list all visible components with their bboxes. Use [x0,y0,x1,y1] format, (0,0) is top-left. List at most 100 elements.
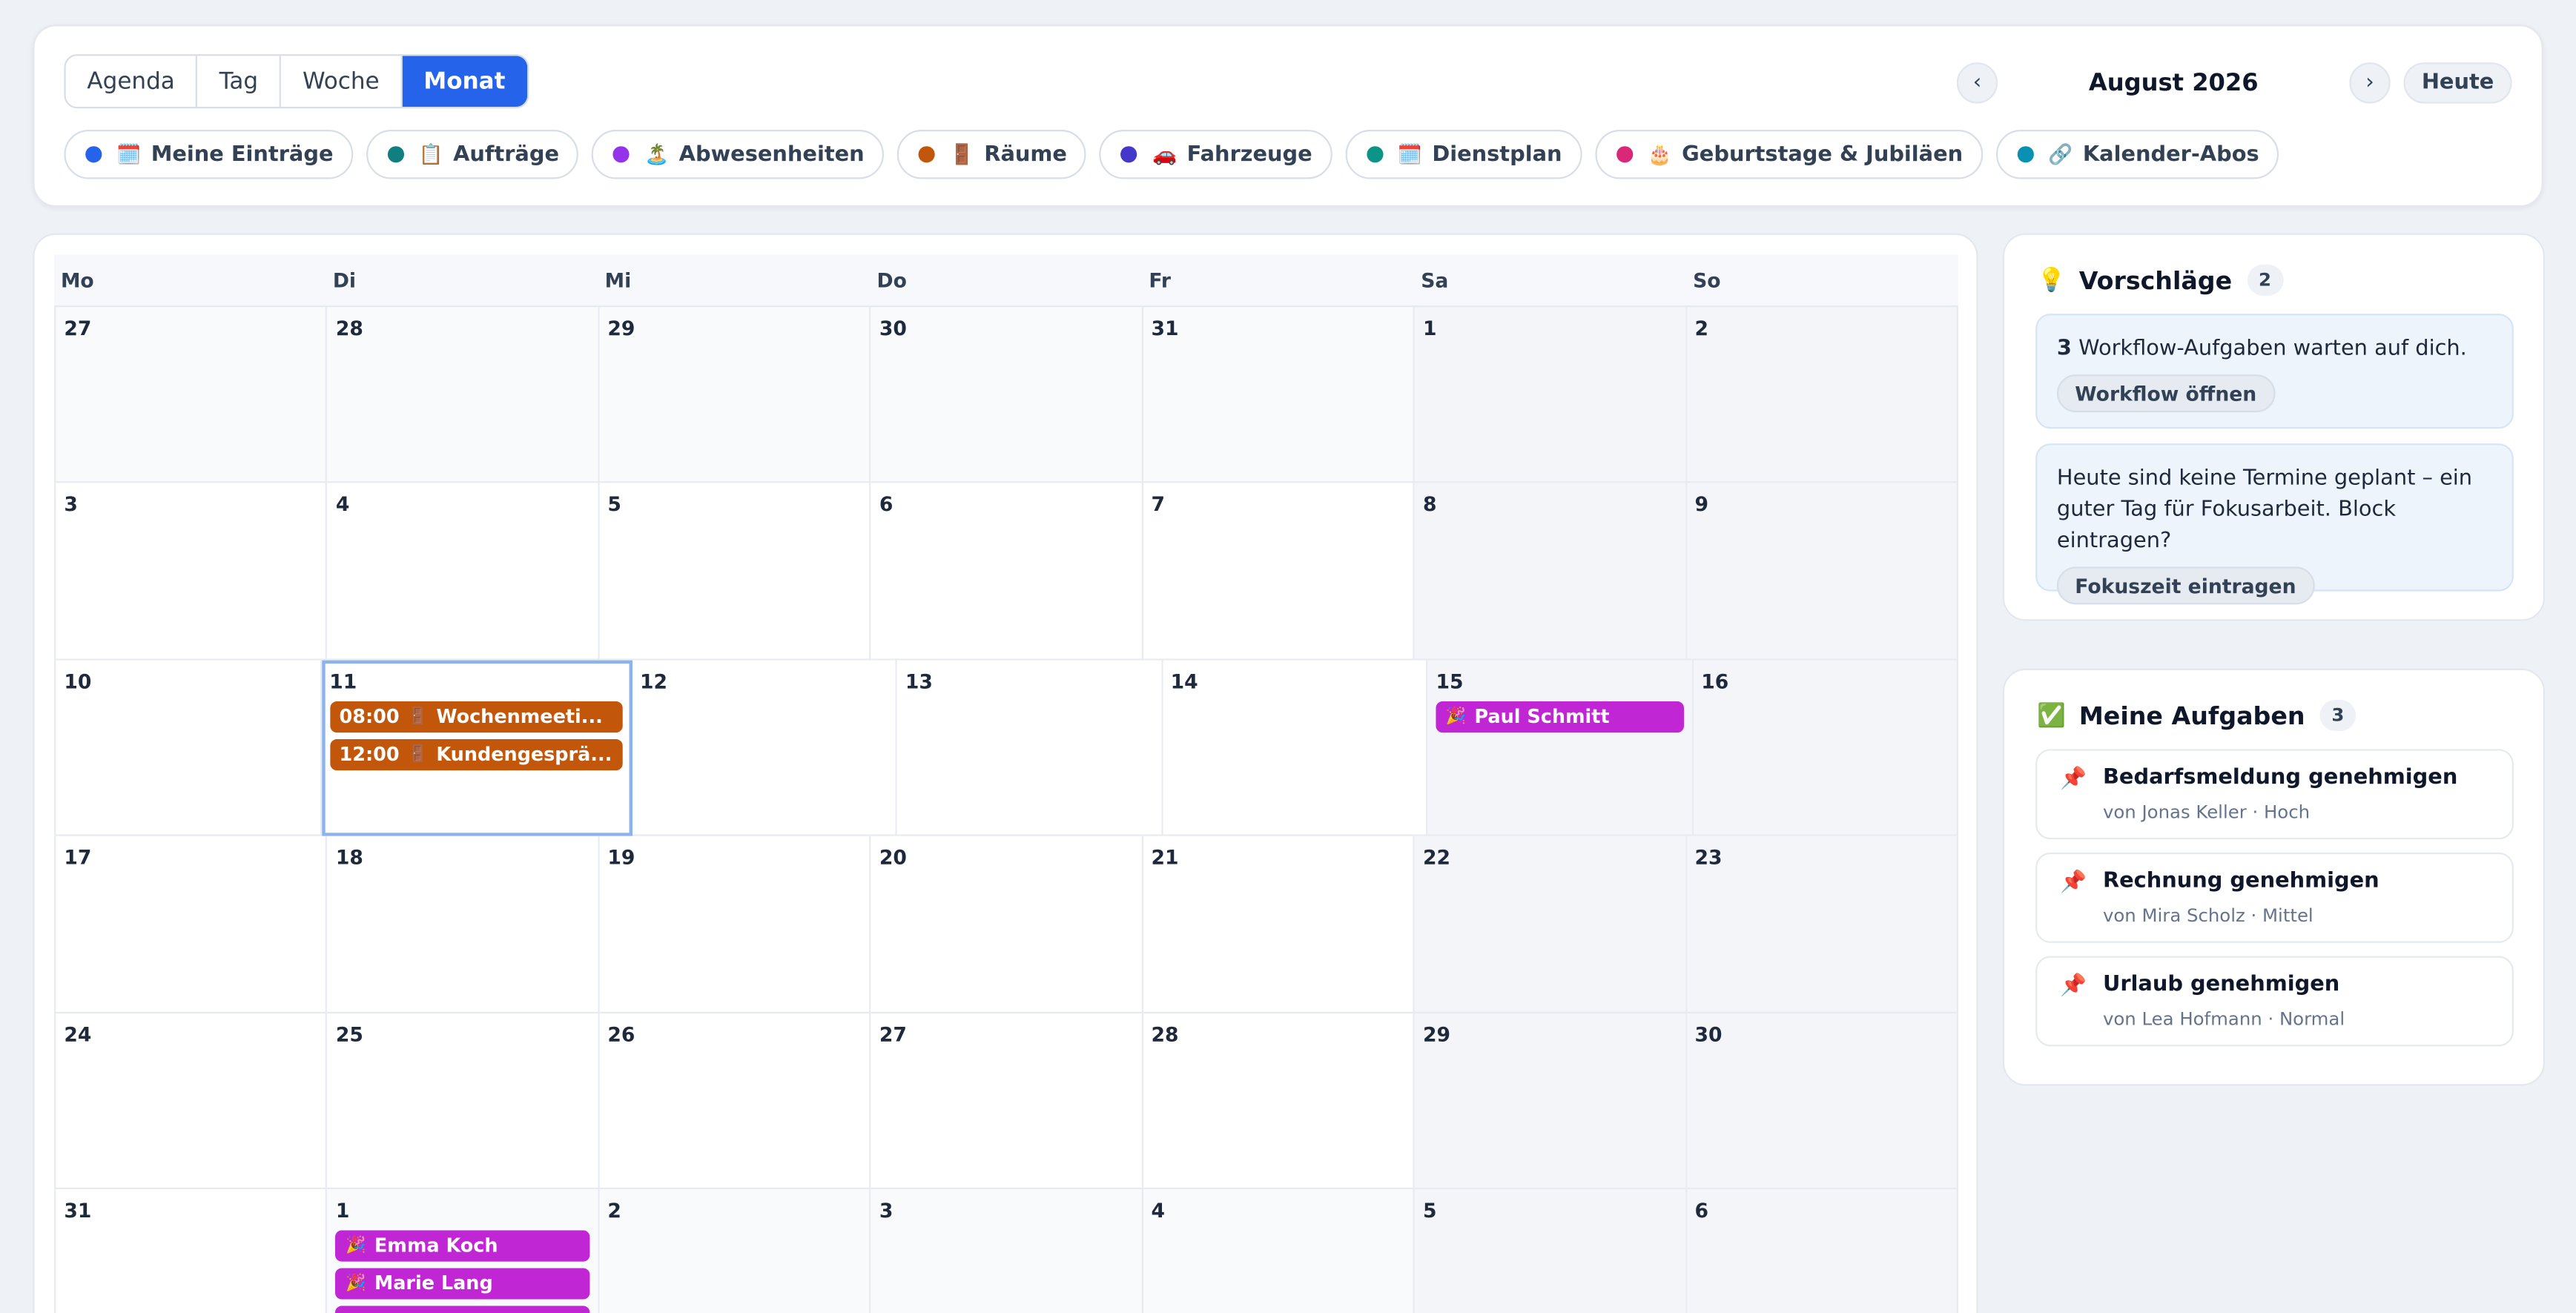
filter-fahrzeuge[interactable]: 🚗 Fahrzeuge [1100,130,1332,179]
day-cell[interactable]: 8 [1414,483,1687,661]
day-number: 25 [335,1022,363,1046]
day-cell[interactable]: 31 [1143,307,1415,484]
day-number: 11 [329,669,357,693]
event-title: Marie Lang [374,1271,493,1295]
day-number: 3 [879,1199,894,1223]
filter-label: Meine Einträge [151,142,334,167]
day-cell[interactable]: 15 🎉 Paul Schmitt [1427,660,1694,837]
day-number: 3 [64,493,78,517]
today-button[interactable]: Heute [2403,62,2512,104]
filter-abwesenheiten[interactable]: 🏝️ Abwesenheiten [592,130,885,179]
day-cell[interactable]: 22 [1414,836,1687,1013]
task-item[interactable]: 📌 Urlaub genehmigen von Lea Hofmann · No… [2035,956,2514,1047]
day-cell[interactable]: 1 [1414,307,1687,484]
filter-auftraege[interactable]: 📋 Aufträge [366,130,579,179]
day-cell[interactable]: 30 [1686,1013,1958,1189]
day-number: 6 [879,493,894,517]
day-cell[interactable]: 13 [896,660,1163,837]
day-cell[interactable]: 1 🎉 Emma Koch 🎉 Marie Lang [327,1188,600,1313]
event-kundengespraech[interactable]: 12:00 🚪 Kundengesprä... [329,738,622,770]
day-cell[interactable]: 24 [54,1013,328,1189]
filter-geburtstage[interactable]: 🎂 Geburtstage & Jubiläen [1594,130,1983,179]
day-cell[interactable]: 20 [871,836,1143,1013]
tab-tag[interactable]: Tag [198,56,282,108]
day-number: 1 [335,1199,350,1223]
task-subtitle: von Lea Hofmann · Normal [2102,1008,2345,1031]
day-number: 5 [607,493,621,517]
door-icon: 🚪 [407,745,429,764]
event-birthday-paul-schmitt[interactable]: 🎉 Paul Schmitt [1436,701,1683,732]
day-cell[interactable]: 27 [871,1013,1143,1189]
day-cell[interactable]: 2 [599,1188,871,1313]
add-focus-time-button[interactable]: Fokuszeit eintragen [2056,566,2314,605]
day-number: 31 [64,1199,92,1223]
open-workflow-button[interactable]: Workflow öffnen [2056,374,2275,413]
tab-woche[interactable]: Woche [281,56,403,108]
prev-month-button[interactable]: ‹ [1956,62,1998,104]
day-cell[interactable]: 3 [54,483,328,661]
day-cell[interactable]: 4 [1143,1188,1415,1313]
day-cell[interactable]: 28 [327,307,600,484]
suggestion-workflow: 3 Workflow-Aufgaben warten auf dich. Wor… [2035,314,2514,429]
day-cell[interactable]: 16 [1693,660,1959,837]
day-cell[interactable]: 5 [1414,1188,1687,1313]
day-cell[interactable]: 18 [327,836,600,1013]
suggestions-title: 💡 Vorschläge 2 [2037,264,2283,296]
day-cell[interactable]: 17 [54,836,328,1013]
event-birthday-emma-koch[interactable]: 🎉 Emma Koch [335,1230,590,1262]
link-icon: 🔗 [2048,142,2073,166]
task-item[interactable]: 📌 Rechnung genehmigen von Mira Scholz · … [2035,852,2514,943]
day-cell[interactable]: 26 [599,1013,871,1189]
day-cell[interactable]: 27 [54,307,328,484]
day-cell[interactable]: 4 [327,483,600,661]
day-cell[interactable]: 10 [54,660,322,837]
month-navigation: ‹ August 2026 › Heute [1956,62,2512,104]
tab-agenda[interactable]: Agenda [66,56,198,108]
day-cell[interactable]: 21 [1143,836,1415,1013]
day-cell[interactable]: 23 [1686,836,1958,1013]
view-switcher: Agenda Tag Woche Monat [64,54,529,109]
day-cell[interactable]: 6 [871,483,1143,661]
event-title: Kundengesprä... [436,743,612,767]
day-cell[interactable]: 31 [54,1188,328,1313]
day-cell[interactable]: 30 [871,307,1143,484]
calendar-week: 24 25 26 27 28 29 30 [54,1013,1958,1189]
weekday-label: Di [332,269,357,293]
day-cell[interactable]: 14 [1162,660,1428,837]
tab-monat[interactable]: Monat [402,56,527,108]
day-cell[interactable]: 19 [599,836,871,1013]
event-birthday-marie-lang[interactable]: 🎉 Marie Lang [335,1268,590,1300]
day-cell[interactable]: 7 [1143,483,1415,661]
day-cell[interactable]: 12 [631,660,897,837]
event-wochenmeeting[interactable]: 08:00 🚪 Wochenmeeti... [329,701,622,732]
day-cell[interactable]: 29 [599,307,871,484]
day-cell[interactable]: 9 [1686,483,1958,661]
filter-label: Fahrzeuge [1186,142,1312,167]
day-number: 22 [1422,846,1450,870]
day-number: 20 [879,846,907,870]
filter-raeume[interactable]: 🚪 Räume [896,130,1087,179]
day-cell[interactable]: 6 [1686,1188,1958,1313]
day-cell-selected[interactable]: 11 08:00 🚪 Wochenmeeti... 12:00 🚪 Kundengesp… [321,660,632,837]
day-cell[interactable]: 3 [871,1188,1143,1313]
day-number: 30 [1694,1022,1723,1046]
event-birthday-truncated[interactable] [335,1306,590,1313]
filter-dienstplan[interactable]: 🗓️ Dienstplan [1345,130,1582,179]
filter-label: Räume [984,142,1067,167]
party-icon: 🎉 [1445,707,1467,726]
day-cell[interactable]: 25 [327,1013,600,1189]
calendar-week: 31 1 🎉 Emma Koch 🎉 Marie Lang 2 3 4 5 6 [54,1188,1958,1313]
color-dot-icon [613,146,630,163]
door-icon: 🚪 [407,707,429,726]
filter-kalender-abos[interactable]: 🔗 Kalender-Abos [1995,130,2279,179]
next-month-button[interactable]: › [2349,62,2391,104]
calendar-filters: 🗓️ Meine Einträge 📋 Aufträge 🏝️ Abwesenheit… [64,130,2279,179]
day-cell[interactable]: 28 [1143,1013,1415,1189]
day-number: 27 [64,317,92,340]
filter-meine-eintraege[interactable]: 🗓️ Meine Einträge [64,130,354,179]
day-cell[interactable]: 5 [599,483,871,661]
day-cell[interactable]: 29 [1414,1013,1687,1189]
day-number: 16 [1701,669,1729,693]
day-cell[interactable]: 2 [1686,307,1958,484]
task-item[interactable]: 📌 Bedarfsmeldung genehmigen von Jonas Ke… [2035,749,2514,840]
